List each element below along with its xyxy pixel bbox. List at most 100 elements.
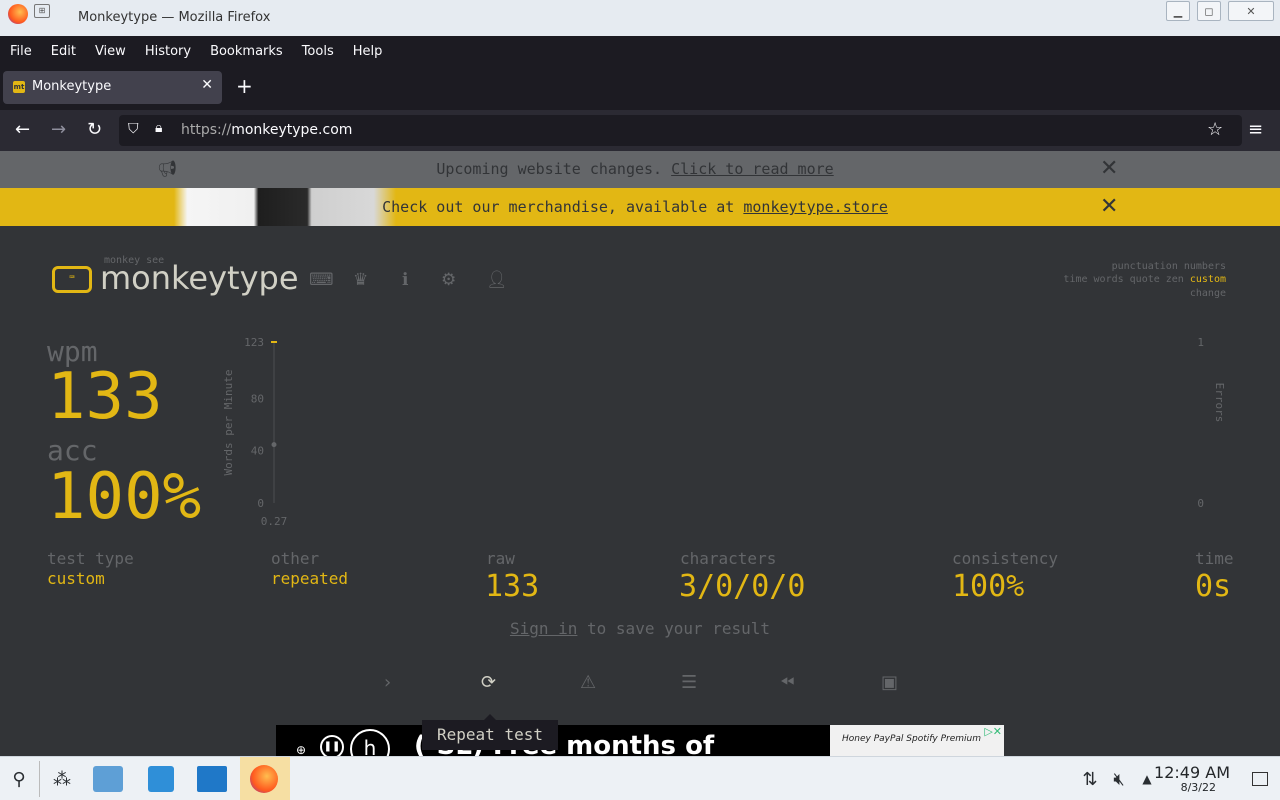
screenshot-image-icon[interactable]: ▣ (881, 672, 898, 693)
menu-edit[interactable]: Edit (51, 44, 76, 59)
menu-file[interactable]: File (10, 44, 32, 59)
clock-time[interactable]: 12:49 AM (1154, 763, 1230, 782)
menu-history[interactable]: History (145, 44, 191, 59)
favicon-icon: mt (13, 81, 25, 93)
close-window-button[interactable]: ✕ (1228, 1, 1274, 21)
x-tick-label: 0.27 (261, 515, 288, 528)
bookmark-star-icon[interactable]: ☆ (1207, 119, 1223, 140)
logo-icon[interactable]: ⌨ (52, 266, 92, 293)
test-type-value: custom (47, 569, 105, 588)
merch-text: Check out our merchandise, available at … (382, 198, 888, 216)
shield-icon[interactable]: ⛉ (128, 121, 139, 137)
settings-gear-icon[interactable]: ⚙ (441, 270, 456, 290)
firefox-icon (8, 4, 28, 24)
repeat-test-tooltip: Repeat test (422, 720, 558, 750)
tab-bar: mt Monkeytype ✕ + (0, 66, 1280, 110)
keyboard-icon[interactable]: ⌨ (309, 270, 334, 290)
crown-icon[interactable]: ♛ (353, 270, 368, 290)
tab-monkeytype[interactable]: mt Monkeytype ✕ (3, 71, 222, 104)
y2-tick-label: 1 (1197, 336, 1204, 349)
network-icon[interactable]: ⇅ (1074, 763, 1106, 795)
consistency-value: 100% (952, 569, 1025, 604)
show-desktop-icon[interactable] (1244, 763, 1276, 795)
other-label: other (271, 549, 320, 568)
menu-tools[interactable]: Tools (302, 44, 334, 59)
info-icon[interactable]: ℹ (402, 270, 408, 290)
time-value: 0s (1195, 569, 1232, 604)
reload-icon[interactable]: ↻ (87, 119, 102, 140)
maximize-button[interactable]: ◻ (1197, 1, 1221, 21)
close-notice-icon[interactable]: ✕ (1100, 156, 1118, 181)
y-tick-label: 0 (257, 497, 264, 510)
file-manager-icon[interactable] (196, 763, 228, 795)
raw-data-point (271, 442, 277, 448)
system-settings-icon[interactable] (92, 763, 124, 795)
notice-text: Upcoming website changes. Click to read … (436, 160, 834, 178)
raw-value: 133 (485, 569, 540, 604)
report-warning-icon[interactable]: ⚠ (580, 672, 596, 693)
wpm-value: 133 (47, 360, 163, 434)
url-text: https://monkeytype.com (181, 122, 353, 138)
discover-store-icon[interactable] (145, 763, 177, 795)
test-type-label: test type (47, 549, 134, 568)
next-test-icon[interactable]: › (384, 672, 391, 693)
app-launcher-icon[interactable]: ⁂ (46, 763, 78, 795)
ad-close-icon[interactable]: ▷✕ (984, 725, 1002, 738)
menu-bar: File Edit View History Bookmarks Tools H… (0, 36, 1280, 66)
ad-download-icon[interactable]: ⊕ (296, 743, 306, 756)
firefox-taskbar-icon (250, 765, 278, 793)
word-history-icon[interactable]: ☰ (681, 672, 697, 693)
clock-date[interactable]: 8/3/22 (1181, 781, 1216, 794)
merch-link[interactable]: monkeytype.store (743, 198, 888, 216)
window-titlebar: ⊞ Monkeytype — Mozilla Firefox ▁ ◻ ✕ (0, 0, 1280, 36)
search-icon[interactable]: ⚲ (3, 763, 35, 795)
tab-title: Monkeytype (32, 79, 112, 94)
ad-logo-icon: h (350, 729, 390, 756)
account-user-icon[interactable]: 👤︎ (486, 270, 508, 290)
y2-tick-label: 0 (1197, 497, 1204, 510)
firefox-taskbar-button[interactable] (240, 757, 290, 800)
minimize-button[interactable]: ▁ (1166, 1, 1190, 21)
advertisement[interactable]: ⊕ ❚❚ h (-SL) Free months of Honey PayPal… (276, 725, 1004, 756)
nav-bar: ← → ↻ ⛉ 🔒︎ https://monkeytype.com ☆ ≡ (0, 110, 1280, 151)
signin-prompt: Sign in to save your result (509, 619, 771, 638)
merch-banner: Check out our merchandise, available at … (0, 188, 1280, 226)
other-value: repeated (271, 569, 349, 588)
config-custom[interactable]: custom (1190, 274, 1226, 285)
y-axis-label: Words per Minute (222, 370, 235, 476)
menu-help[interactable]: Help (353, 44, 383, 59)
raw-label: raw (486, 549, 515, 568)
y-tick-label: 123 (244, 336, 264, 349)
tab-overview-icon[interactable]: ⊞ (34, 4, 50, 18)
characters-label: characters (680, 549, 777, 568)
time-label: time (1195, 549, 1234, 568)
lock-icon[interactable]: 🔒︎ (155, 120, 162, 136)
repeat-test-icon[interactable]: ⟳ (481, 672, 496, 693)
ad-sponsors: Honey PayPal Spotify Premium ▷✕ (830, 725, 1004, 756)
result-chart: 123 80 40 0 1 0 0.27 Words per Minute Errors (222, 336, 1226, 528)
hamburger-menu-icon[interactable]: ≡ (1248, 119, 1263, 140)
menu-view[interactable]: View (95, 44, 126, 59)
new-tab-button[interactable]: + (236, 74, 253, 98)
logo-text[interactable]: monkeytype (100, 259, 299, 297)
ad-pause-icon[interactable]: ❚❚ (320, 735, 344, 756)
acc-value: 100% (47, 460, 202, 534)
y2-axis-label: Errors (1213, 383, 1226, 423)
config-change[interactable]: change (1190, 288, 1226, 299)
back-icon[interactable]: ← (15, 119, 30, 140)
url-bar[interactable]: ⛉ 🔒︎ https://monkeytype.com (119, 115, 1242, 146)
forward-icon[interactable]: → (51, 119, 66, 140)
menu-bookmarks[interactable]: Bookmarks (210, 44, 283, 59)
config-modes[interactable]: punctuation numbers (1112, 261, 1226, 272)
taskbar-separator (39, 761, 40, 797)
window-title: Monkeytype — Mozilla Firefox (78, 10, 271, 25)
signin-link[interactable]: Sign in (510, 619, 577, 638)
close-tab-icon[interactable]: ✕ (201, 77, 213, 93)
taskbar: ⚲ ⁂ ⇅ 🔇︎ ▲ 12:49 AM 8/3/22 (0, 756, 1280, 800)
replay-icon[interactable]: ⏪︎ (780, 672, 794, 693)
close-merch-icon[interactable]: ✕ (1100, 194, 1118, 219)
notice-banner: 📢︎ Upcoming website changes. Click to re… (0, 151, 1280, 188)
notice-link[interactable]: Click to read more (671, 160, 834, 178)
config-mode-row[interactable]: time words quote zen custom (1063, 274, 1226, 285)
y-tick-label: 80 (251, 392, 264, 405)
